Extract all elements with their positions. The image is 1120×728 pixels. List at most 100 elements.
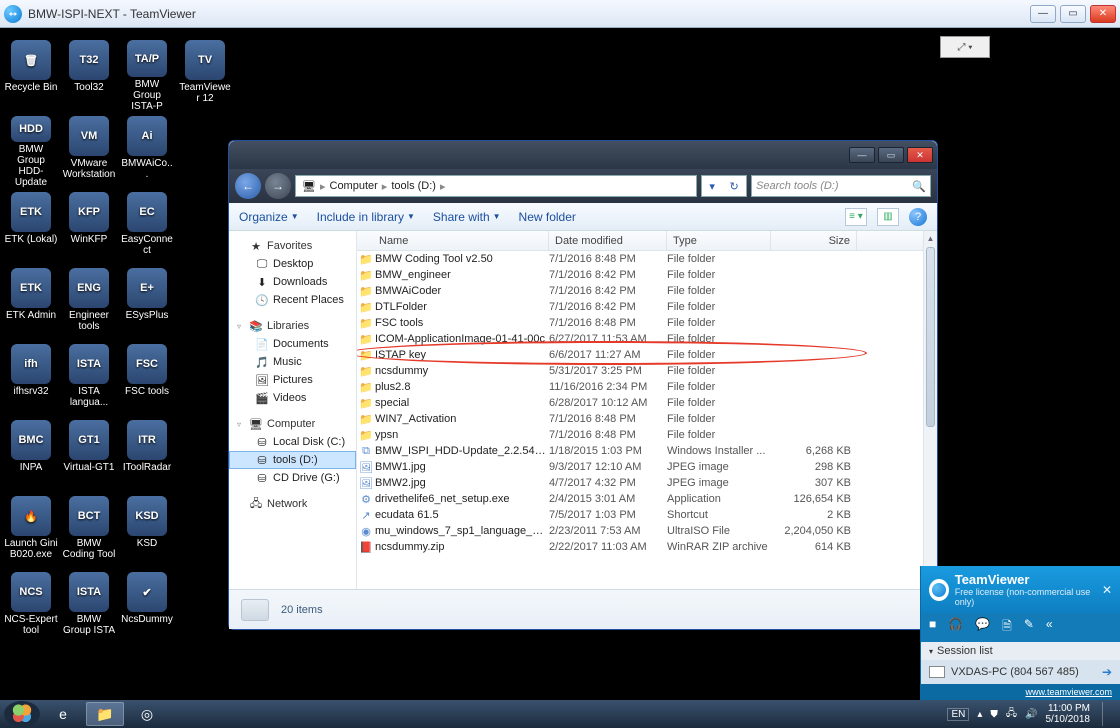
view-mode-button[interactable]: ≡ ▾ bbox=[845, 208, 867, 226]
file-icon[interactable]: 🗎 bbox=[1002, 617, 1012, 638]
headset-icon[interactable]: 🎧 bbox=[948, 617, 963, 638]
scroll-up-arrow[interactable]: ▲ bbox=[924, 231, 937, 245]
crumb-computer[interactable]: Computer bbox=[330, 180, 378, 192]
desktop-icon[interactable]: KSDKSD bbox=[120, 496, 174, 568]
desktop-icon[interactable]: VMVMware Workstation bbox=[62, 116, 116, 188]
table-row[interactable]: 📕 ncsdummy.zip 2/22/2017 11:03 AM WinRAR… bbox=[357, 539, 923, 555]
sidebar-item[interactable]: 📄Documents bbox=[229, 335, 356, 353]
start-button[interactable] bbox=[4, 701, 40, 727]
desktop-icon[interactable]: TVTeamViewer 12 bbox=[178, 40, 232, 112]
table-row[interactable]: 📁 BMW_engineer 7/1/2016 8:42 PM File fol… bbox=[357, 267, 923, 283]
sidebar-item[interactable]: 🖼Pictures bbox=[229, 371, 356, 389]
chat-icon[interactable]: 💬 bbox=[975, 617, 990, 638]
desktop-icon[interactable]: ISTABMW Group ISTA bbox=[62, 572, 116, 644]
taskbar-explorer-icon[interactable]: 📁 bbox=[86, 702, 124, 726]
forward-button[interactable]: → bbox=[265, 173, 291, 199]
taskbar-teamviewer-icon[interactable]: ◎ bbox=[128, 702, 166, 726]
table-row[interactable]: 🖼 BMW1.jpg 9/3/2017 12:10 AM JPEG image … bbox=[357, 459, 923, 475]
explorer-minimize-button[interactable]: — bbox=[849, 147, 875, 163]
desktop-icon[interactable]: GT1Virtual-GT1 bbox=[62, 420, 116, 492]
table-row[interactable]: 📁 special 6/28/2017 10:12 AM File folder bbox=[357, 395, 923, 411]
back-button[interactable]: ← bbox=[235, 173, 261, 199]
table-row[interactable]: 📁 ICOM-ApplicationImage-01-41-00c 6/27/2… bbox=[357, 331, 923, 347]
desktop-icon[interactable]: ITRIToolRadar bbox=[120, 420, 174, 492]
desktop-icon[interactable]: TA/PBMW Group ISTA-P bbox=[120, 40, 174, 112]
desktop-icon[interactable]: 🔥Launch Gini B020.exe bbox=[4, 496, 58, 568]
explorer-titlebar[interactable]: — ▭ ✕ bbox=[229, 141, 937, 169]
desktop-icon[interactable]: ✔NcsDummy bbox=[120, 572, 174, 644]
network-group[interactable]: 🖧Network bbox=[229, 495, 356, 513]
sidebar-item[interactable]: 🕓Recent Places bbox=[229, 291, 356, 309]
taskbar-ie-icon[interactable]: e bbox=[44, 702, 82, 726]
desktop-icon[interactable]: AiBMWAiCo... bbox=[120, 116, 174, 188]
collapse-icon[interactable]: « bbox=[1046, 617, 1053, 638]
help-button[interactable]: ? bbox=[909, 208, 927, 226]
libraries-group[interactable]: ▿📚Libraries bbox=[229, 317, 356, 335]
language-indicator[interactable]: EN bbox=[947, 708, 969, 721]
desktop-icon[interactable]: FSCFSC tools bbox=[120, 344, 174, 416]
table-row[interactable]: ⧉ BMW_ISPI_HDD-Update_2.2.5449.17449... … bbox=[357, 443, 923, 459]
favorites-group[interactable]: ★Favorites bbox=[229, 237, 356, 255]
new-folder-button[interactable]: New folder bbox=[519, 210, 576, 224]
table-row[interactable]: 📁 ncsdummy 5/31/2017 3:25 PM File folder bbox=[357, 363, 923, 379]
tv-panel-close-icon[interactable]: ✕ bbox=[1102, 583, 1112, 597]
desktop-icon[interactable]: BCTBMW Coding Tool bbox=[62, 496, 116, 568]
desktop-icon[interactable]: NCSNCS-Expert tool bbox=[4, 572, 58, 644]
sidebar-item[interactable]: 🖵Desktop bbox=[229, 255, 356, 273]
organize-menu[interactable]: Organize▼ bbox=[239, 210, 299, 224]
desktop-icon[interactable]: HDDBMW Group HDD-Update bbox=[4, 116, 58, 188]
include-library-menu[interactable]: Include in library▼ bbox=[317, 210, 415, 224]
header-size[interactable]: Size bbox=[771, 231, 857, 250]
sidebar-item[interactable]: ⛁tools (D:) bbox=[229, 451, 356, 469]
table-row[interactable]: ◉ mu_windows_7_sp1_language_pack_x86_...… bbox=[357, 523, 923, 539]
desktop-icon[interactable]: T32Tool32 bbox=[62, 40, 116, 112]
header-date[interactable]: Date modified bbox=[549, 231, 667, 250]
table-row[interactable]: 📁 BMW Coding Tool v2.50 7/1/2016 8:48 PM… bbox=[357, 251, 923, 267]
tray-security-icon[interactable]: ⛊ bbox=[990, 709, 998, 720]
desktop-icon[interactable]: KFPWinKFP bbox=[62, 192, 116, 264]
preview-pane-button[interactable]: ▥ bbox=[877, 208, 899, 226]
desktop-icon[interactable]: E+ESysPlus bbox=[120, 268, 174, 340]
table-row[interactable]: ↗ ecudata 61.5 7/5/2017 1:03 PM Shortcut… bbox=[357, 507, 923, 523]
scroll-thumb[interactable] bbox=[926, 247, 935, 427]
desktop-icon[interactable]: ECEasyConnect bbox=[120, 192, 174, 264]
header-name[interactable]: Name bbox=[357, 231, 549, 250]
table-row[interactable]: 📁 plus2.8 11/16/2016 2:34 PM File folder bbox=[357, 379, 923, 395]
table-row[interactable]: ⚙ drivethelife6_net_setup.exe 2/4/2015 3… bbox=[357, 491, 923, 507]
session-item[interactable]: VXDAS-PC (804 567 485) ➔ bbox=[921, 660, 1120, 684]
header-type[interactable]: Type bbox=[667, 231, 771, 250]
session-list-header[interactable]: ▾ Session list bbox=[921, 642, 1120, 660]
tray-network-icon[interactable]: 🖧 bbox=[1006, 706, 1017, 723]
breadcrumb[interactable]: 🖥 ▸ Computer ▸ tools (D:) ▸ bbox=[295, 175, 697, 197]
vertical-scrollbar[interactable]: ▲ ▼ bbox=[923, 231, 937, 589]
maximize-button[interactable]: ▭ bbox=[1060, 5, 1086, 23]
tv-footer-link[interactable]: www.teamviewer.com bbox=[921, 684, 1120, 700]
table-row[interactable]: 📁 ISTAP key 6/6/2017 11:27 AM File folde… bbox=[357, 347, 923, 363]
crumb-tools[interactable]: tools (D:) bbox=[391, 180, 436, 192]
sidebar-item[interactable]: 🎬Videos bbox=[229, 389, 356, 407]
edit-icon[interactable]: ✎ bbox=[1024, 617, 1034, 638]
computer-group[interactable]: ▿🖥Computer bbox=[229, 415, 356, 433]
table-row[interactable]: 🖼 BMW2.jpg 4/7/2017 4:32 PM JPEG image 3… bbox=[357, 475, 923, 491]
desktop-icon[interactable]: ETKETK Admin bbox=[4, 268, 58, 340]
desktop-icon[interactable]: ENGEngineer tools bbox=[62, 268, 116, 340]
sidebar-item[interactable]: ⛁CD Drive (G:) bbox=[229, 469, 356, 487]
table-row[interactable]: 📁 BMWAiCoder 7/1/2016 8:42 PM File folde… bbox=[357, 283, 923, 299]
clock[interactable]: 11:00 PM 5/10/2018 bbox=[1046, 703, 1091, 725]
session-arrow-icon[interactable]: ➔ bbox=[1102, 665, 1112, 679]
sidebar-item[interactable]: 🎵Music bbox=[229, 353, 356, 371]
sidebar-item[interactable]: ⬇Downloads bbox=[229, 273, 356, 291]
desktop-icon[interactable]: ISTAISTA langua... bbox=[62, 344, 116, 416]
desktop-icon[interactable]: ifhifhsrv32 bbox=[4, 344, 58, 416]
explorer-maximize-button[interactable]: ▭ bbox=[878, 147, 904, 163]
tray-chevron-icon[interactable]: ▴ bbox=[977, 709, 982, 720]
tray-volume-icon[interactable]: 🔊 bbox=[1025, 709, 1037, 720]
show-desktop-button[interactable] bbox=[1102, 702, 1112, 726]
desktop-icon[interactable]: ETKETK (Lokal) bbox=[4, 192, 58, 264]
table-row[interactable]: 📁 FSC tools 7/1/2016 8:48 PM File folder bbox=[357, 315, 923, 331]
refresh-box[interactable]: ▾↻ bbox=[701, 175, 747, 197]
video-icon[interactable]: ■ bbox=[929, 617, 936, 638]
share-menu[interactable]: Share with▼ bbox=[433, 210, 501, 224]
sidebar-item[interactable]: ⛁Local Disk (C:) bbox=[229, 433, 356, 451]
table-row[interactable]: 📁 DTLFolder 7/1/2016 8:42 PM File folder bbox=[357, 299, 923, 315]
